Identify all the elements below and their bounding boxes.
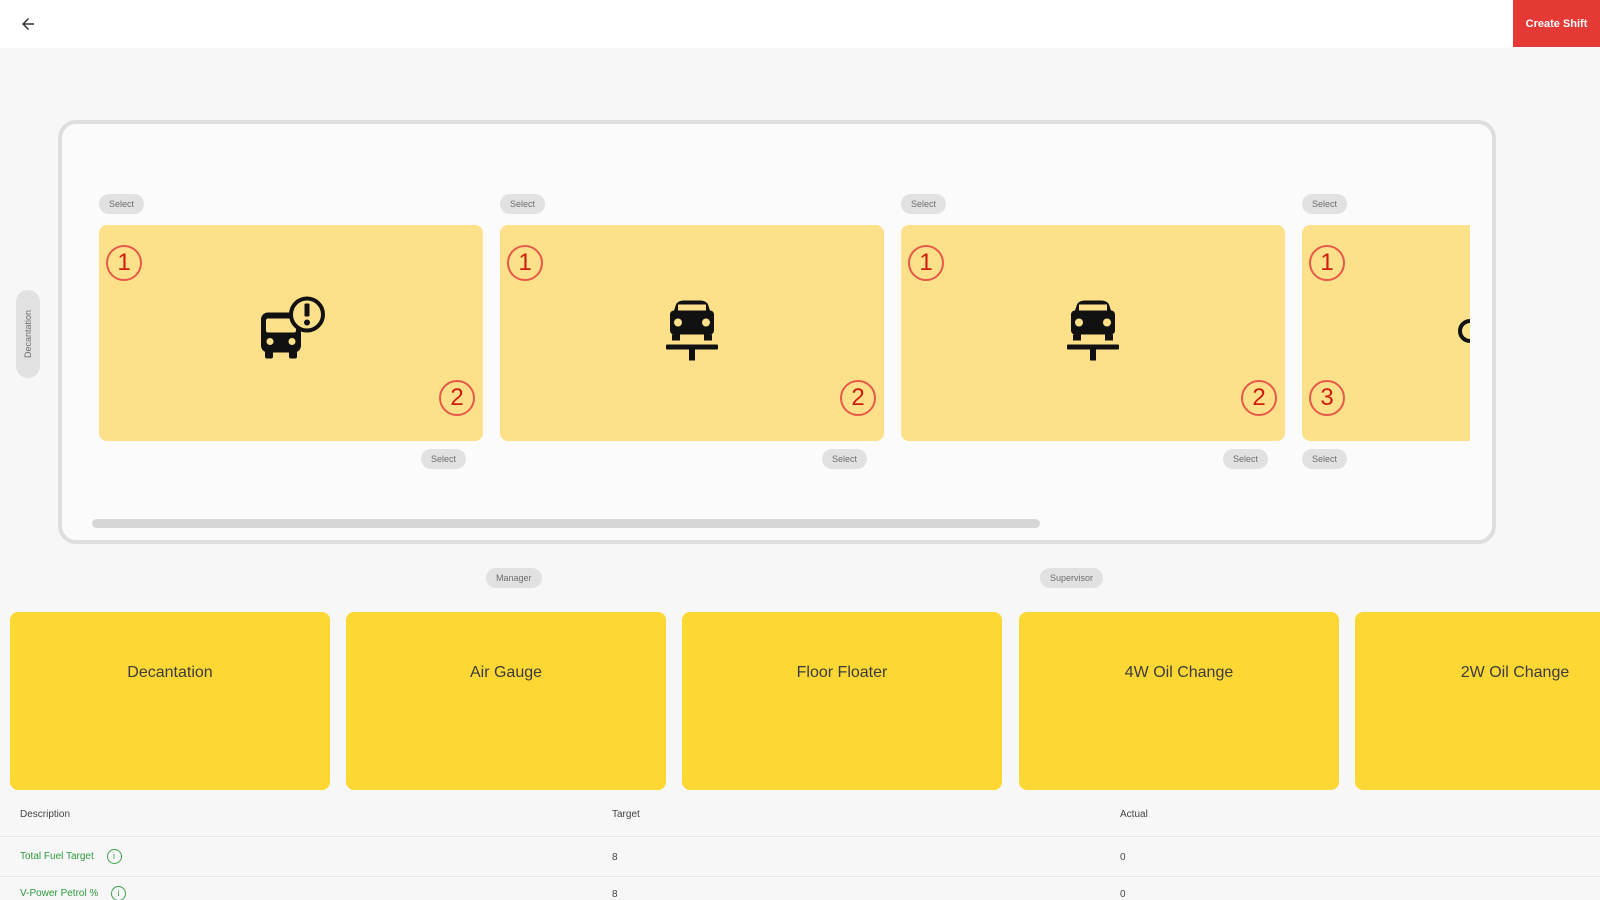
slot-4-bottom-select[interactable]: Select	[1302, 449, 1348, 469]
column-header-target: Target	[612, 809, 640, 820]
back-button[interactable]	[14, 10, 42, 38]
slot-1-bottom-select[interactable]: Select	[421, 449, 467, 469]
table-divider	[0, 876, 1600, 877]
supervisor-pill[interactable]: Supervisor	[1040, 568, 1104, 588]
table-row-1-target: 8	[612, 852, 618, 863]
row-1-description-text: Total Fuel Target	[20, 851, 94, 863]
column-header-actual: Actual	[1120, 809, 1148, 820]
slot-3-top-select[interactable]: Select	[901, 194, 947, 214]
slot-card-3[interactable]: 1 2	[901, 225, 1285, 441]
column-header-description: Description	[20, 809, 71, 820]
table-row-2-actual: 0	[1120, 889, 1126, 900]
slot-2-top-badge: 1	[507, 245, 543, 281]
task-card-4w-oil-change[interactable]: 4W Oil Change	[1019, 612, 1339, 790]
task-card-decantation[interactable]: Decantation	[10, 612, 330, 790]
horizontal-scrollbar[interactable]	[92, 519, 1040, 528]
slot-card-4-clip: 1 3	[1302, 225, 1470, 441]
slot-1-top-select[interactable]: Select	[99, 194, 145, 214]
top-bar: Create Shift	[0, 0, 1600, 48]
row-2-description-text: V-Power Petrol %	[20, 888, 99, 900]
table-row-1-actual: 0	[1120, 852, 1126, 863]
bay-scroll-area[interactable]: Select 1 2 Select Select 1 2 Select Sele…	[62, 124, 1492, 540]
slot-3-top-badge: 1	[908, 245, 944, 281]
car-lift-icon	[664, 299, 720, 368]
task-card-air-gauge[interactable]: Air Gauge	[346, 612, 666, 790]
slot-1-top-badge: 1	[106, 245, 142, 281]
info-icon[interactable]: i	[111, 886, 127, 900]
table-row-2-description[interactable]: V-Power Petrol % i	[20, 886, 127, 900]
table-divider	[0, 836, 1600, 837]
slot-3-bottom-badge: 2	[1241, 380, 1277, 416]
slot-4-bottom-badge: 3	[1309, 380, 1345, 416]
slot-2-bottom-badge: 2	[840, 380, 876, 416]
arrow-left-icon	[22, 18, 34, 30]
slot-2-bottom-select[interactable]: Select	[822, 449, 868, 469]
table-row-2-target: 8	[612, 889, 618, 900]
slot-card-4[interactable]: 1 3	[1302, 225, 1470, 441]
slot-4-top-select[interactable]: Select	[1302, 194, 1348, 214]
side-label-pill[interactable]: Decantation	[16, 290, 40, 378]
slot-4-top-badge: 1	[1309, 245, 1345, 281]
slot-card-1[interactable]: 1 2	[99, 225, 483, 441]
task-card-floor-floater[interactable]: Floor Floater	[682, 612, 1002, 790]
info-icon[interactable]: i	[106, 849, 122, 864]
bay-panel: Select 1 2 Select Select 1 2 Select Sele…	[58, 120, 1496, 544]
slot-2-top-select[interactable]: Select	[500, 194, 546, 214]
bus-alert-icon	[255, 295, 327, 372]
table-row-1-description[interactable]: Total Fuel Target i	[20, 849, 122, 864]
slot-3-bottom-select[interactable]: Select	[1223, 449, 1269, 469]
slot-card-2[interactable]: 1 2	[500, 225, 884, 441]
create-shift-button[interactable]: Create Shift	[1513, 0, 1600, 47]
slot-1-bottom-badge: 2	[439, 380, 475, 416]
task-card-2w-oil-change[interactable]: 2W Oil Change	[1355, 612, 1600, 790]
partial-icon	[1456, 317, 1470, 350]
car-lift-icon	[1065, 299, 1121, 368]
side-label: Decantation	[23, 309, 33, 359]
manager-pill[interactable]: Manager	[486, 568, 542, 588]
